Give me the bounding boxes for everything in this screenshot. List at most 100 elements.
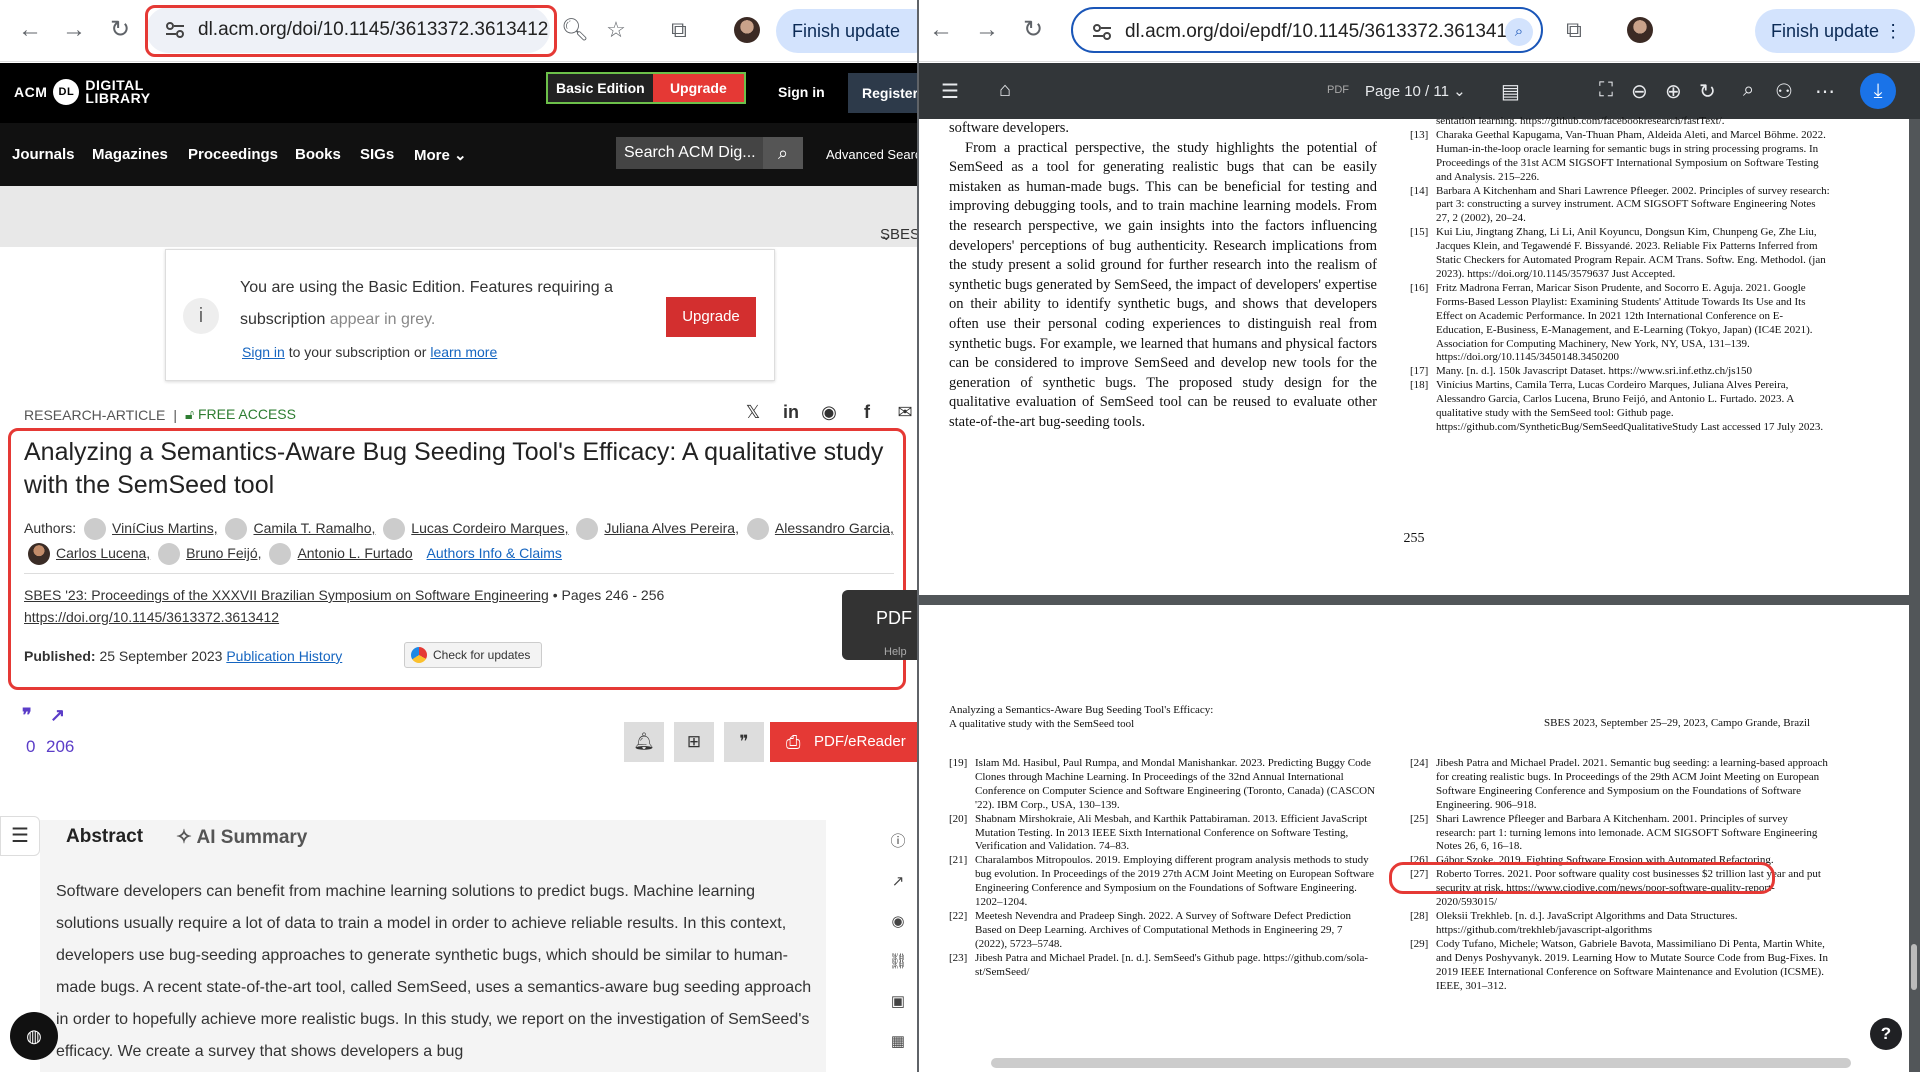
help-question-icon[interactable]: ? <box>1870 1018 1902 1050</box>
author-avatar <box>576 518 599 541</box>
forward-arrow-icon[interactable]: → <box>58 14 90 46</box>
toc-toggle-icon[interactable]: ☰ <box>0 816 40 856</box>
nav-journals[interactable]: Journals <box>12 146 75 163</box>
author-link[interactable]: Juliana Alves Pereira, <box>604 520 739 536</box>
register-button[interactable]: Register <box>848 73 917 113</box>
email-icon[interactable]: ✉ <box>892 402 917 426</box>
basic-edition-badge[interactable]: Basic Edition Upgrade <box>546 72 746 104</box>
back-arrow-icon[interactable]: ← <box>925 14 957 46</box>
right-browser-window: ← → ↻ dl.acm.org/doi/epdf/10.1145/361337… <box>919 0 1920 1072</box>
bookmark-star-icon[interactable]: ☆ <box>601 15 631 45</box>
zoom-in-icon[interactable]: ⊕ <box>1665 79 1682 104</box>
nav-sigs[interactable]: SIGs <box>360 146 394 163</box>
author-link[interactable]: Camila T. Ramalho, <box>253 520 375 536</box>
linkedin-icon[interactable]: in <box>778 402 804 426</box>
reload-icon[interactable]: ↻ <box>104 14 136 46</box>
tab-abstract[interactable]: Abstract <box>66 826 143 848</box>
nav-magazines[interactable]: Magazines <box>92 146 168 163</box>
author-link[interactable]: Antonio L. Furtado <box>297 545 412 561</box>
running-head-line2: A qualitative study with the SemSeed too… <box>949 718 1135 730</box>
citation-count[interactable]: 0 <box>26 737 35 757</box>
author-link[interactable]: Bruno Feijó, <box>186 545 261 561</box>
notes-icon[interactable]: ▤ <box>1501 79 1520 104</box>
forward-arrow-icon[interactable]: → <box>971 14 1003 46</box>
image-icon[interactable]: ▣ <box>878 982 917 1022</box>
authors-info-link[interactable]: Authors Info & Claims <box>427 545 562 561</box>
sign-in-link[interactable]: Sign in <box>778 84 825 100</box>
reference-entry: [29] Cody Tufano, Michele; Watson, Gabrie… <box>1410 938 1830 994</box>
notice-sign-in-link[interactable]: Sign in <box>242 344 285 360</box>
author-link[interactable]: ViníCius Martins, <box>112 520 218 536</box>
left-address-bar[interactable]: dl.acm.org/doi/10.1145/3613372.3613412 <box>146 7 550 53</box>
add-folder-icon[interactable]: ⊞ <box>674 722 714 762</box>
author-link[interactable]: Lucas Cordeiro Marques, <box>411 520 568 536</box>
nav-proceedings[interactable]: Proceedings <box>188 146 278 163</box>
page-selector[interactable]: Page 10 / 11 ⌄ <box>1365 82 1466 100</box>
proceedings-link[interactable]: SBES '23: Proceedings of the XXXVII Braz… <box>24 587 549 603</box>
more-vert-icon: ⋮ <box>1884 21 1903 41</box>
search-icon[interactable]: ⌕ <box>1743 79 1754 102</box>
acm-main-nav: Journals Magazines Proceedings Books SIG… <box>0 123 917 186</box>
upgrade-button[interactable]: Upgrade <box>666 297 756 337</box>
paragraph-text: From a practical perspective, the study … <box>949 139 1377 430</box>
site-settings-icon[interactable] <box>1091 21 1113 43</box>
rotate-icon[interactable]: ↻ <box>1699 79 1716 104</box>
lens-search-icon[interactable]: ⌕ <box>1505 18 1533 46</box>
table-icon[interactable]: ▦ <box>878 1022 917 1062</box>
pdf-help-tooltip[interactable]: PDF Help <box>842 590 917 660</box>
extensions-icon[interactable]: ⧉ <box>664 15 694 45</box>
horizontal-scrollbar[interactable] <box>991 1058 1851 1068</box>
publication-history-link[interactable]: Publication History <box>226 648 342 664</box>
right-address-bar[interactable]: dl.acm.org/doi/epdf/10.1145/3613372.3613… <box>1071 7 1543 53</box>
site-settings-icon[interactable] <box>164 19 186 41</box>
pdf-document-area[interactable]: software developers. From a practical pe… <box>919 115 1920 1072</box>
reload-icon[interactable]: ↻ <box>1017 14 1049 46</box>
link-icon[interactable]: ⛓︎ <box>878 942 917 982</box>
learn-more-link[interactable]: learn more <box>430 344 497 360</box>
back-arrow-icon[interactable]: ← <box>14 14 46 46</box>
home-icon[interactable]: ⌂ <box>999 79 1011 102</box>
nav-books[interactable]: Books <box>295 146 341 163</box>
vertical-scrollbar[interactable] <box>1911 944 1917 990</box>
finish-update-button[interactable]: Finish update ⋮ <box>1755 9 1915 53</box>
download-icon[interactable]: ⤓ <box>1860 73 1896 109</box>
trending-up-icon[interactable]: ↗ <box>878 862 917 902</box>
conference-bar[interactable]: SBES ⌄ <box>0 186 917 247</box>
lock-open-icon: 🔓︎ <box>184 406 195 422</box>
profile-avatar[interactable] <box>734 17 760 43</box>
author-link[interactable]: Carlos Lucena, <box>56 545 150 561</box>
author-link[interactable]: Alessandro Garcia, <box>775 520 894 536</box>
x-twitter-icon[interactable]: 𝕏 <box>740 402 766 426</box>
pages-range: Pages 246 - 256 <box>561 587 665 603</box>
reference-entry: [14] Barbara A Kitchenham and Shari Lawre… <box>1410 185 1830 227</box>
facebook-icon[interactable]: f <box>854 402 880 426</box>
info-icon[interactable]: ⓘ <box>878 822 917 862</box>
running-head: Analyzing a Semantics-Aware Bug Seeding … <box>949 703 1213 731</box>
tab-ai-summary[interactable]: ✧ AI Summary <box>176 826 307 849</box>
extensions-icon[interactable]: ⧉ <box>1559 15 1589 45</box>
fullscreen-icon[interactable]: ⛶ <box>1599 79 1613 102</box>
cite-quote-icon[interactable]: ❞ <box>724 722 764 762</box>
badge-upgrade-label[interactable]: Upgrade <box>652 74 744 102</box>
add-user-icon[interactable]: ⚇ <box>1775 79 1793 104</box>
check-for-updates-button[interactable]: Check for updates <box>404 642 542 668</box>
bell-icon[interactable]: 🔔︎ <box>624 722 664 762</box>
more-horizontal-icon[interactable]: ⋯ <box>1815 79 1835 104</box>
finish-update-button[interactable]: Finish update <box>776 9 917 53</box>
download-count[interactable]: 206 <box>46 737 74 757</box>
nav-more[interactable]: More ⌄ <box>414 146 467 164</box>
advanced-search-link[interactable]: Advanced Search <box>826 147 917 162</box>
menu-icon[interactable]: ☰ <box>941 79 959 104</box>
reddit-icon[interactable]: ◉ <box>816 402 842 426</box>
eye-icon[interactable]: ◉ <box>878 902 917 942</box>
acm-search-input[interactable]: Search ACM Dig... <box>616 137 766 169</box>
zoom-out-icon[interactable]: ⊖ <box>1631 79 1648 104</box>
search-icon[interactable]: ⌕ <box>763 137 803 169</box>
zoom-search-icon[interactable]: 🔍︎ <box>560 15 590 45</box>
pdf-ereader-button[interactable]: PDF/eReader <box>770 722 917 762</box>
bullet: • <box>552 587 562 603</box>
doi-link[interactable]: https://doi.org/10.1145/3613372.3613412 <box>24 609 279 625</box>
chat-assist-icon[interactable]: ◍ <box>10 1012 58 1060</box>
acm-dl-logo[interactable]: ACM DL DIGITAL LIBRARY <box>14 78 151 105</box>
profile-avatar[interactable] <box>1627 17 1653 43</box>
